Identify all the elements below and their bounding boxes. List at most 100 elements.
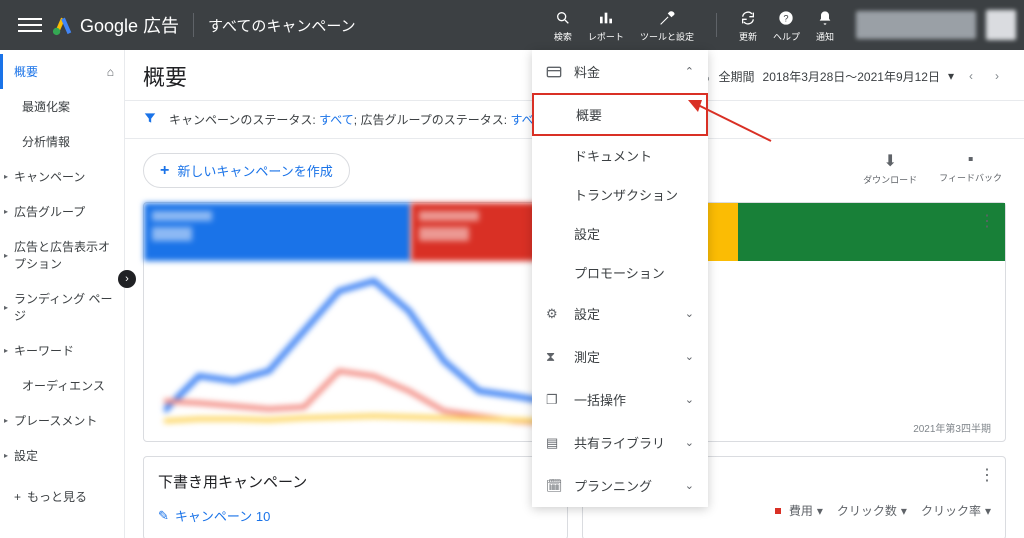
menu-label: 測定: [574, 347, 600, 366]
menu-item-billing-documents[interactable]: ドキュメント: [532, 136, 708, 175]
sidebar-item-campaigns[interactable]: ▸ キャンペーン: [0, 159, 124, 194]
card-menu-button[interactable]: ⋮: [979, 211, 995, 231]
new-campaign-button[interactable]: + 新しいキャンペーンを作成: [143, 153, 350, 188]
sidebar-item-label: キーワード: [14, 342, 74, 359]
next-period-button[interactable]: ›: [988, 67, 1006, 85]
draft-campaign-link[interactable]: ✎ キャンペーン 10: [158, 506, 553, 525]
menu-item-billing-promotions[interactable]: プロモーション: [532, 253, 708, 292]
sidebar-item-label: 最適化案: [22, 98, 70, 115]
metric-cost-selector[interactable]: 費用 ▾: [775, 502, 823, 519]
button-label: 新しいキャンペーンを作成: [177, 161, 332, 180]
menu-section-bulk-actions[interactable]: ❐ 一括操作 ⌄: [532, 378, 708, 421]
sidebar-item-keywords[interactable]: ▸ キーワード: [0, 333, 124, 368]
download-button[interactable]: ⬇ ダウンロード: [863, 151, 917, 186]
layers-icon: ❐: [546, 392, 564, 408]
stat-segment-blue[interactable]: [144, 203, 411, 261]
sidebar-item-overview[interactable]: 概要 ⌂: [0, 54, 124, 89]
divider: [716, 13, 717, 37]
sidebar-item-label: キャンペーン: [14, 168, 85, 185]
divider: [193, 13, 194, 37]
caret-icon: ▸: [4, 451, 8, 460]
page-title: 概要: [143, 60, 187, 92]
metric-ctr-selector[interactable]: クリック率 ▾: [921, 502, 991, 519]
card-icon: [546, 64, 564, 80]
menu-section-planning[interactable]: 🗓 プランニング ⌄: [532, 464, 708, 507]
wrench-icon: [640, 8, 694, 28]
date-prefix: 全期間: [719, 68, 755, 85]
sidebar-expand-handle[interactable]: ›: [118, 270, 136, 288]
calendar-icon: 🗓: [546, 478, 564, 494]
draft-campaigns-card: ⋮ 下書き用キャンペーン ✎ キャンペーン 10: [143, 456, 568, 538]
sidebar-item-ads-extensions[interactable]: ▸ 広告と広告表示オプション: [0, 229, 124, 281]
chevron-down-icon: ▾: [817, 504, 823, 518]
sidebar-item-label: 広告と広告表示オプション: [14, 238, 114, 272]
filter-value[interactable]: すべて: [319, 111, 354, 128]
help-button[interactable]: ? ヘルプ: [773, 8, 800, 43]
sidebar-item-insights[interactable]: 分析情報: [0, 124, 124, 159]
sidebar-item-label: オーディエンス: [22, 377, 105, 394]
sidebar-item-audiences[interactable]: オーディエンス: [0, 368, 124, 403]
filter-label: 広告グループのステータス:: [360, 111, 507, 128]
report-button[interactable]: レポート: [588, 8, 624, 43]
sidebar-item-placements[interactable]: ▸ プレースメント: [0, 403, 124, 438]
breadcrumb[interactable]: すべてのキャンペーン: [208, 15, 356, 36]
tools-dropdown-menu: 料金 ⌃ 概要 ドキュメント トランザクション 設定 プロモーション ⚙ 設定 …: [532, 50, 708, 507]
menu-item-billing-overview[interactable]: 概要: [532, 93, 708, 136]
avatar[interactable]: [986, 10, 1016, 40]
caret-icon: ▸: [4, 251, 8, 260]
menu-item-billing-settings[interactable]: 設定: [532, 214, 708, 253]
stat-segment-green[interactable]: [738, 203, 1005, 261]
metric-clicks-selector[interactable]: クリック数 ▾: [837, 502, 907, 519]
account-info-redacted: [856, 11, 976, 39]
hourglass-icon: ⧗: [546, 349, 564, 365]
date-range-value: 2018年3月28日～2021年9月12日: [763, 68, 940, 85]
menu-section-shared-library[interactable]: ▤ 共有ライブラリ ⌄: [532, 421, 708, 464]
caret-icon: ▸: [4, 172, 8, 181]
sidebar: 概要 ⌂ 最適化案 分析情報 ▸ キャンペーン ▸ 広告グループ ▸ 広告と広告表示オ…: [0, 50, 125, 538]
chevron-down-icon: ⌄: [685, 393, 694, 406]
caret-icon: ▸: [4, 207, 8, 216]
sidebar-item-settings[interactable]: ▸設定: [0, 438, 124, 473]
notifications-button[interactable]: 通知: [816, 8, 834, 43]
menu-section-measurement[interactable]: ⧗ 測定 ⌄: [532, 335, 708, 378]
feedback-button[interactable]: ▪ フィードバック: [939, 151, 1002, 186]
sidebar-item-label: 広告グループ: [14, 203, 85, 220]
sidebar-item-label: 分析情報: [22, 133, 70, 150]
refresh-button[interactable]: 更新: [739, 8, 757, 43]
chart-icon: [588, 8, 624, 28]
caret-icon: ▸: [4, 346, 8, 355]
chevron-down-icon: ▾: [901, 504, 907, 518]
search-button[interactable]: 検索: [554, 8, 572, 43]
card-menu-button[interactable]: ⋮: [979, 465, 995, 485]
date-range-selector[interactable]: 替える 全期間 2018年3月28日～2021年9月12日 ▾ ‹ ›: [681, 67, 1006, 85]
sidebar-item-adgroups[interactable]: ▸ 広告グループ: [0, 194, 124, 229]
action-label: フィードバック: [939, 171, 1002, 184]
menu-label: 設定: [574, 304, 600, 323]
sidebar-item-label: ランディング ページ: [14, 290, 114, 324]
menu-section-billing[interactable]: 料金 ⌃: [532, 50, 708, 93]
quarter-label: 2021年第3四半期: [913, 420, 991, 435]
help-icon: ?: [773, 8, 800, 28]
gear-icon: ⚙: [546, 306, 564, 322]
download-icon: ⬇: [863, 151, 917, 171]
sidebar-item-recommendations[interactable]: 最適化案: [0, 89, 124, 124]
top-bar: Google 広告 すべてのキャンペーン 検索 レポート ツールと設定 更新 ?…: [0, 0, 1024, 50]
card-title: 下書き用キャンペーン: [158, 471, 553, 492]
chevron-down-icon: ⌄: [685, 479, 694, 492]
overview-chart: [164, 271, 544, 431]
tools-button[interactable]: ツールと設定: [640, 8, 694, 43]
sidebar-item-label: もっと見る: [27, 488, 87, 505]
sidebar-item-label: プレースメント: [14, 412, 97, 429]
filter-icon[interactable]: [143, 111, 157, 128]
menu-label: プランニング: [574, 476, 652, 495]
menu-section-settings[interactable]: ⚙ 設定 ⌄: [532, 292, 708, 335]
sidebar-item-landing-pages[interactable]: ▸ランディング ページ: [0, 281, 124, 333]
sidebar-more[interactable]: +もっと見る: [0, 479, 124, 514]
feedback-icon: ▪: [939, 151, 1002, 169]
link-label: キャンペーン 10: [175, 506, 270, 525]
brand-title: Google 広告: [80, 12, 179, 38]
prev-period-button[interactable]: ‹: [962, 67, 980, 85]
menu-icon[interactable]: [18, 13, 42, 37]
menu-item-billing-transactions[interactable]: トランザクション: [532, 175, 708, 214]
caret-icon: ▸: [4, 416, 8, 425]
